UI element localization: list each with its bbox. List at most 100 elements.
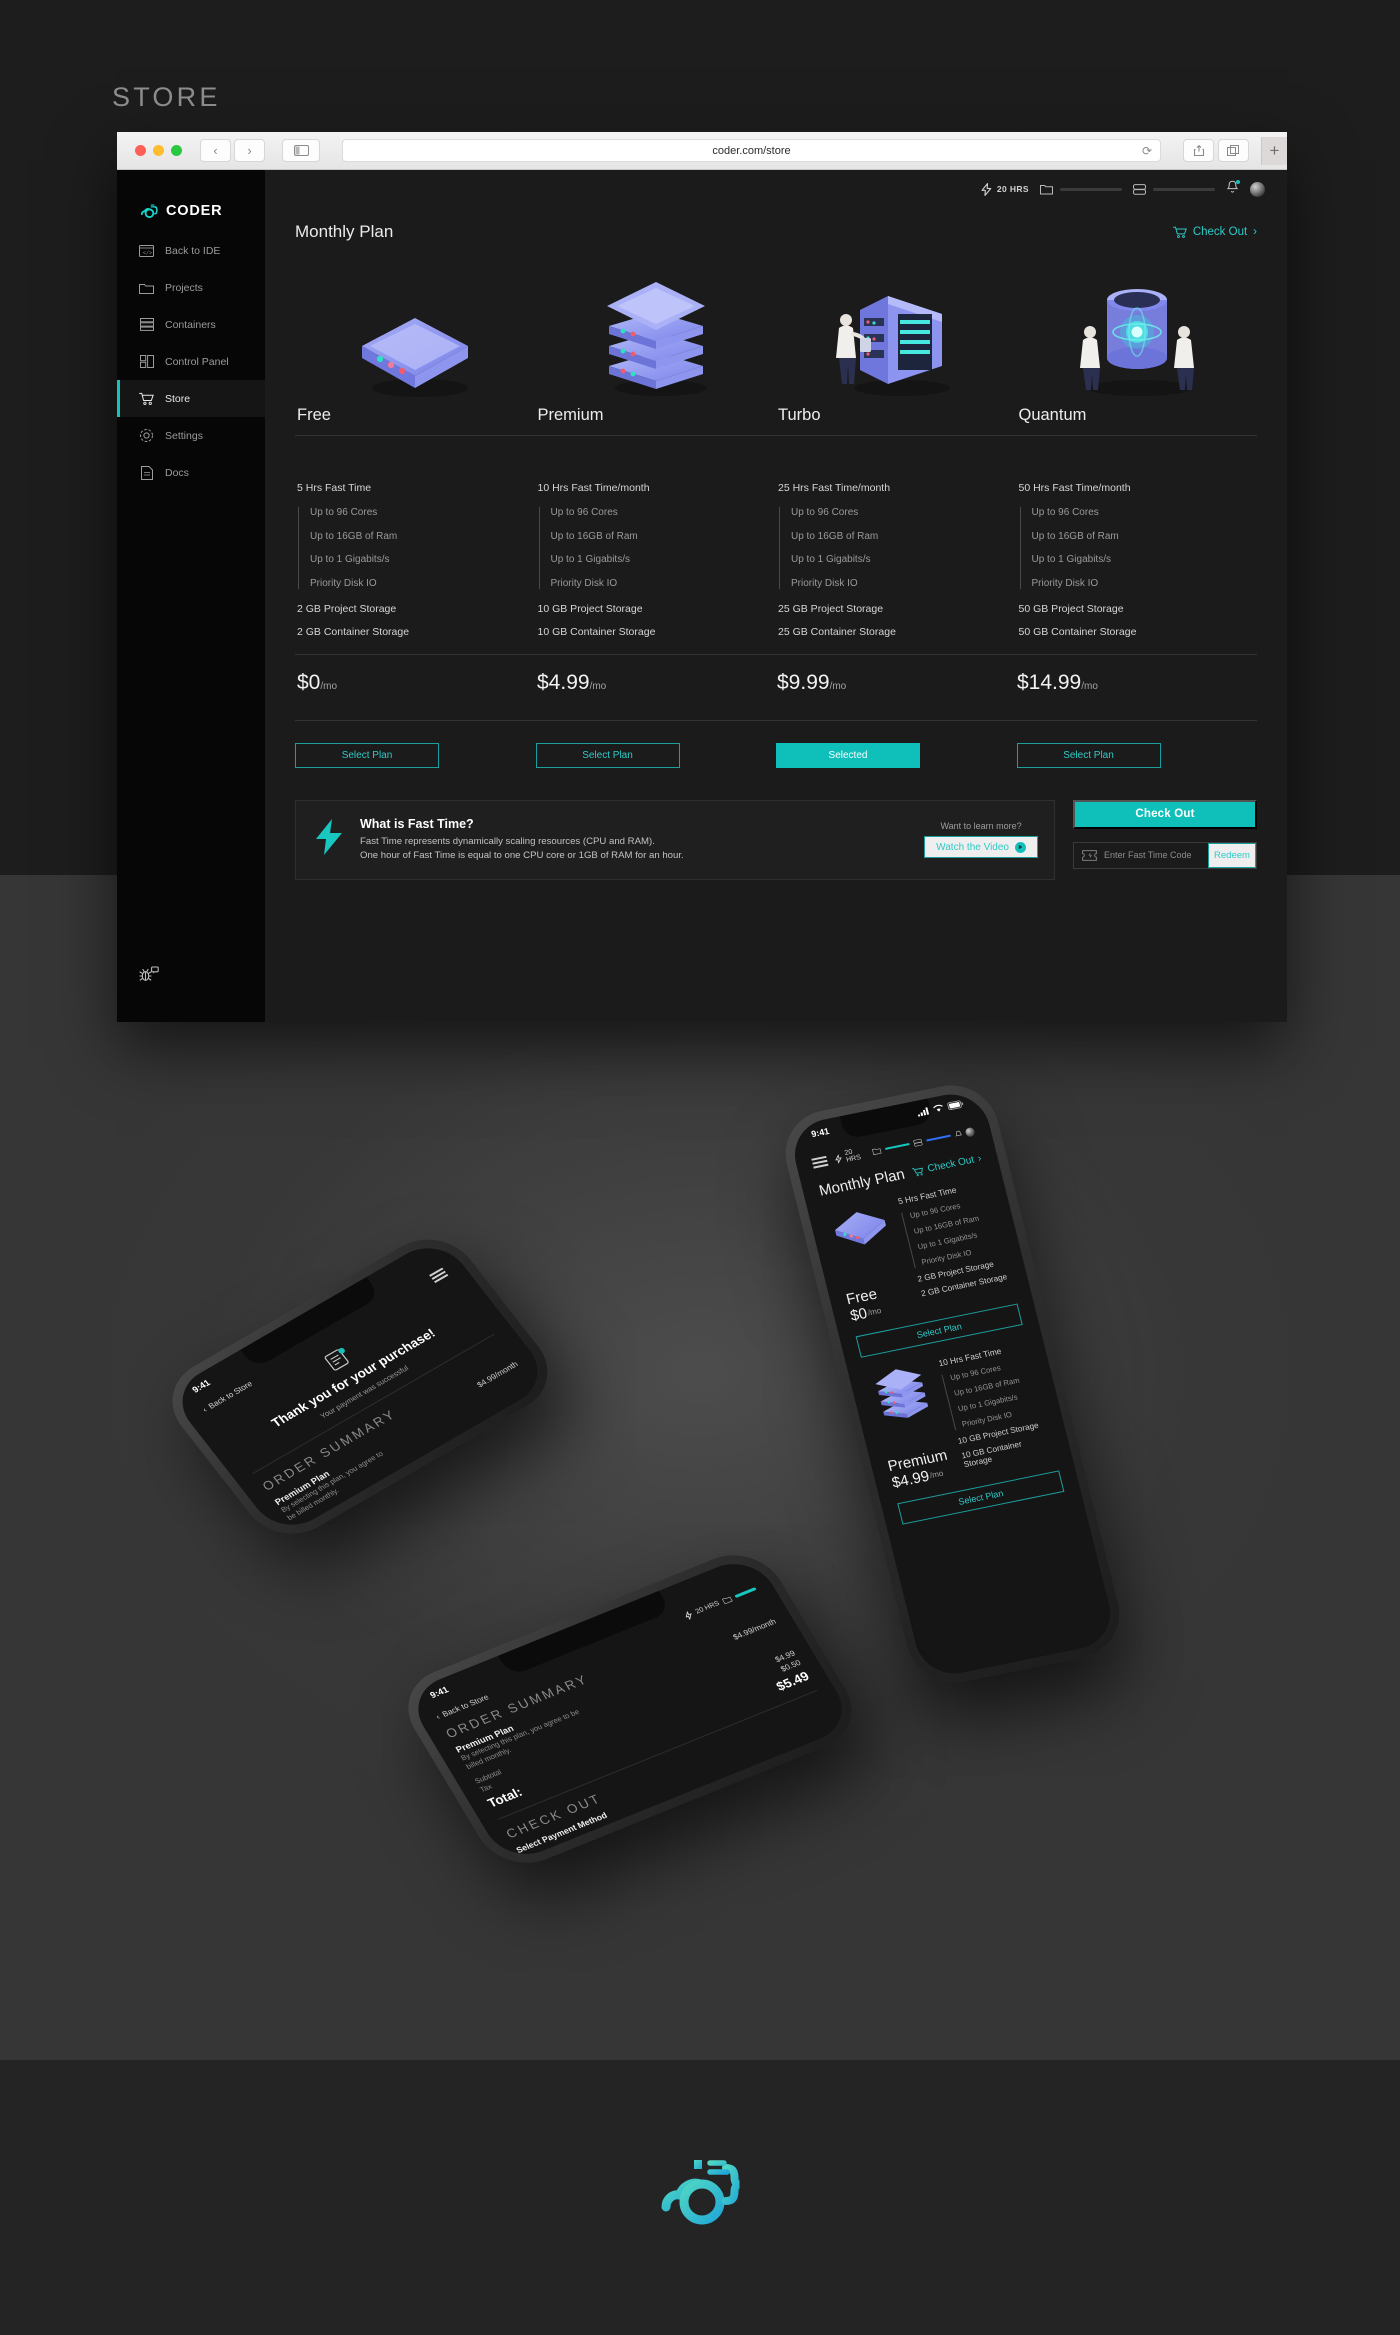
feature-container-storage: 2 GB Container Storage xyxy=(297,625,410,638)
sidebar-item-control-panel[interactable]: Control Panel xyxy=(117,343,265,380)
background-band-middle xyxy=(0,875,1400,2060)
divider xyxy=(295,435,1257,436)
meter-fill xyxy=(925,1134,951,1142)
price-value: $4.99 xyxy=(537,670,590,694)
phone-checkout-link[interactable]: Check Out › xyxy=(912,1153,983,1178)
fast-time-indicator[interactable]: 20 HRS xyxy=(981,182,1029,196)
select-plan-button-free[interactable]: Select Plan xyxy=(295,742,439,768)
meter-fill xyxy=(734,1587,757,1598)
address-bar[interactable]: coder.com/store ⟳ xyxy=(342,139,1161,162)
phone-plan-card-free[interactable]: 5 Hrs Fast Time Up to 96 Cores Up to 16G… xyxy=(824,1178,1023,1358)
maximize-icon[interactable] xyxy=(171,145,182,156)
plan-name: Quantum xyxy=(1018,406,1087,424)
container-storage-meter[interactable] xyxy=(1133,183,1215,195)
watch-video-button[interactable]: Watch the Video xyxy=(924,836,1038,858)
bell-icon[interactable] xyxy=(1226,179,1240,199)
minimize-icon[interactable] xyxy=(153,145,164,156)
plan-artwork-row: Free Premium Turbo Quantum xyxy=(295,268,1257,425)
spec-item: Up to 96 Cores xyxy=(310,507,378,518)
select-plan-button-quantum[interactable]: Select Plan xyxy=(1016,742,1161,768)
check-out-button[interactable]: Check Out xyxy=(1073,799,1257,829)
sidebar-item-back-to-ide[interactable]: </> Back to IDE xyxy=(117,232,265,269)
url-text: coder.com/store xyxy=(712,144,791,157)
share-icon[interactable] xyxy=(1183,139,1214,162)
main-content: 20 HRS Monthly Plan Check Out › Free Pre… xyxy=(265,170,1287,1022)
chevron-left-icon: ‹ xyxy=(200,1405,209,1415)
reload-icon[interactable]: ⟳ xyxy=(1142,144,1152,158)
back-button[interactable]: ‹ xyxy=(200,139,231,162)
coder-logo-icon xyxy=(140,204,158,219)
plan-features-premium: 10 Hrs Fast Time/month Up to 96 Cores Up… xyxy=(536,462,777,644)
spec-item: Priority Disk IO xyxy=(1031,577,1099,589)
sidebar-item-label: Projects xyxy=(165,281,203,294)
sidebar-item-containers[interactable]: Containers xyxy=(117,306,265,343)
avatar[interactable] xyxy=(964,1126,976,1137)
tabs-icon[interactable] xyxy=(1218,139,1249,162)
phone-feature-specs: Up to 96 Cores Up to 16GB of Ram Up to 1… xyxy=(941,1356,1045,1431)
feature-fast-time: 50 Hrs Fast Time/month xyxy=(1018,482,1131,494)
code-window-icon: </> xyxy=(139,243,154,258)
redeem-button[interactable]: Redeem xyxy=(1208,842,1256,868)
phone-plan-card-premium[interactable]: 10 Hrs Fast Time Up to 96 Cores Up to 16… xyxy=(865,1340,1065,1525)
folder-icon xyxy=(1040,184,1053,194)
sidebar-item-settings[interactable]: Settings xyxy=(117,417,265,454)
project-storage-meter[interactable] xyxy=(1040,184,1122,195)
sidebar-item-store[interactable]: Store xyxy=(117,380,265,417)
spec-item: Up to 16GB of Ram xyxy=(791,530,879,542)
plan-column-free[interactable]: Free xyxy=(295,268,536,425)
chevron-left-icon: ‹ xyxy=(434,1712,442,1722)
hamburger-menu-icon[interactable] xyxy=(429,1267,449,1283)
app-sidebar: CODER </> Back to IDE Projects Container… xyxy=(117,170,265,1022)
bug-icon[interactable] xyxy=(139,966,159,988)
cart-icon xyxy=(139,391,154,406)
plan-price-row: $0/mo $4.99/mo $9.99/mo $14.99/mo xyxy=(295,655,1257,710)
price-period: /mo xyxy=(829,680,847,692)
feature-project-storage: 10 GB Project Storage xyxy=(537,602,643,615)
lightning-bolt-icon xyxy=(835,1153,842,1164)
selected-plan-button-turbo[interactable]: Selected xyxy=(776,742,920,768)
hamburger-menu-icon[interactable] xyxy=(811,1156,829,1169)
plan-column-premium[interactable]: Premium xyxy=(536,268,777,425)
spec-item: Up to 96 Cores xyxy=(1031,507,1099,518)
price-period: /mo xyxy=(589,680,607,692)
spec-item: Up to 1 Gigabits/s xyxy=(550,554,630,565)
checkout-link[interactable]: Check Out › xyxy=(1172,226,1257,239)
feature-specs: Up to 96 Cores Up to 16GB of Ram Up to 1… xyxy=(1019,507,1258,589)
close-icon[interactable] xyxy=(135,145,146,156)
spec-item: Up to 96 Cores xyxy=(791,507,859,518)
sidebar-item-label: Store xyxy=(165,392,191,405)
spec-item: Up to 16GB of Ram xyxy=(310,530,398,542)
plan-column-quantum[interactable]: Quantum xyxy=(1017,268,1258,425)
sidebar-item-label: Settings xyxy=(165,429,203,442)
plan-column-turbo[interactable]: Turbo xyxy=(776,268,1017,425)
plan-price-turbo: $9.99/mo xyxy=(777,671,1017,695)
server-single-icon xyxy=(824,1199,897,1259)
spec-item: Priority Disk IO xyxy=(550,577,618,589)
server-stack-icon xyxy=(536,268,777,406)
phone-feature-specs: Up to 96 Cores Up to 16GB of Ram Up to 1… xyxy=(901,1194,1005,1269)
sidebar-item-docs[interactable]: Docs xyxy=(117,454,265,491)
fast-time-code-row: Enter Fast Time Code Redeem xyxy=(1073,841,1257,869)
avatar[interactable] xyxy=(1250,181,1265,197)
forward-button[interactable]: › xyxy=(234,139,265,162)
sidebar-item-projects[interactable]: Projects xyxy=(117,269,265,306)
window-controls[interactable] xyxy=(127,145,192,156)
fast-time-code-input[interactable]: Enter Fast Time Code xyxy=(1074,843,1208,868)
quantum-computer-icon xyxy=(1017,268,1258,406)
price-period: /mo xyxy=(320,680,338,692)
plan-price-free: $0/mo xyxy=(297,671,537,695)
plan-features-free: 5 Hrs Fast Time Up to 96 Cores Up to 16G… xyxy=(295,462,536,644)
brand-logo[interactable]: CODER xyxy=(117,170,265,232)
checkout-column: Check Out Enter Fast Time Code Redeem xyxy=(1073,799,1257,880)
phone-store-title: Monthly Plan xyxy=(817,1165,907,1200)
select-plan-button-premium[interactable]: Select Plan xyxy=(535,742,680,768)
plan-price-quantum: $14.99/mo xyxy=(1017,671,1257,695)
plan-price-premium: $4.99/mo xyxy=(537,671,777,695)
ticket-icon xyxy=(1082,849,1097,861)
lightning-bolt-icon xyxy=(314,818,344,861)
notification-dot xyxy=(1236,179,1240,184)
new-tab-button[interactable]: + xyxy=(1261,136,1287,165)
sidebar-toggle-icon[interactable] xyxy=(282,139,320,162)
document-icon xyxy=(139,465,154,480)
plan-name: Free xyxy=(297,406,331,424)
